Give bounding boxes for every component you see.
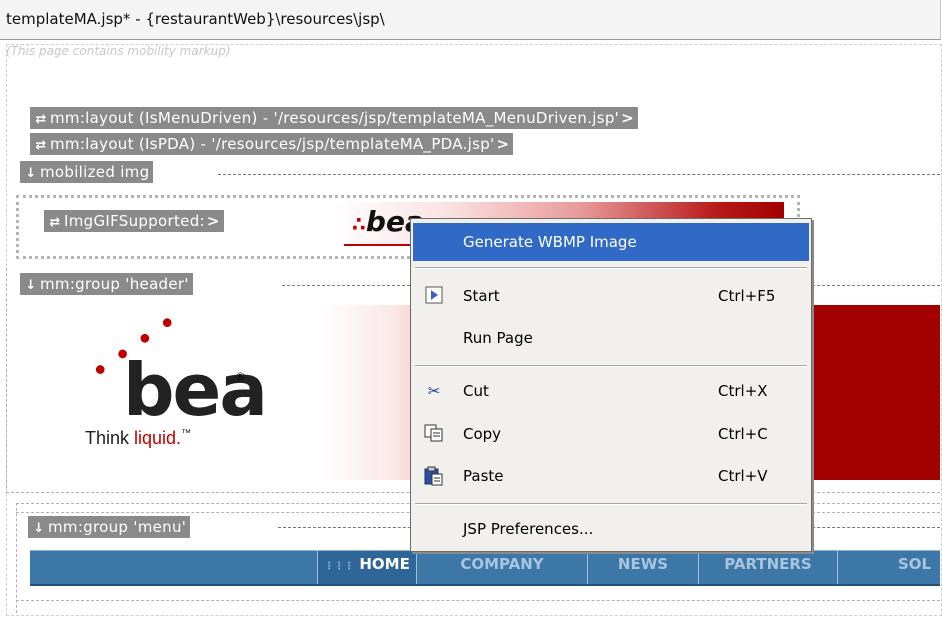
nav-solutions[interactable]: SOL [837,551,940,584]
nav-home[interactable]: ⋮⋮⋮ HOME [317,551,416,584]
mobilized-img-divider [218,174,940,175]
nav-partners[interactable]: PARTNERS [698,551,837,584]
nav-company[interactable]: COMPANY [416,551,587,584]
bea-logo: • • • • bea ® Think liquid.™ [83,304,268,448]
mobilize-down-arrow-icon: ↓ [33,521,45,536]
copy-icon [423,424,445,444]
group-menu-tag[interactable]: ↓ mm:group 'menu' [28,516,191,538]
swirl-icon: ∴ [352,212,366,236]
menu-separator [415,365,807,367]
menu-separator [415,503,807,505]
layout-arrows-icon: ⇄ [49,215,61,230]
paste-icon [423,466,445,486]
header-left-border [6,268,7,488]
layout-arrows-icon: ⇄ [35,138,47,153]
editor-tab-title-bar[interactable]: templateMA.jsp* - {restaurantWeb}\resour… [0,0,941,40]
bottom-divider [16,600,940,601]
menu-item-jsp-preferences[interactable]: JSP Preferences... [413,510,809,548]
layout-menudriven-tag[interactable]: ⇄ mm:layout (IsMenuDriven) - '/resources/… [30,107,638,129]
menu-item-copy[interactable]: Copy Ctrl+C [413,415,809,453]
menu-left-border [16,503,17,613]
imggif-supported-tag[interactable]: ⇄ ImgGIFSupported: > [44,210,224,232]
grip-icon: ⋮⋮⋮ [324,561,355,572]
mobility-note: (This page contains mobility markup) [6,44,231,58]
menu-item-start[interactable]: Start Ctrl+F5 [413,277,809,315]
layout-arrows-icon: ⇄ [35,112,47,127]
small-logo-underline [344,244,414,246]
mobilize-down-arrow-icon: ↓ [25,278,37,293]
nav-news[interactable]: NEWS [587,551,698,584]
menu-item-generate-wbmp[interactable]: Generate WBMP Image [413,223,809,261]
scissors-icon: ✂ [427,382,441,400]
menu-separator [415,267,807,269]
mobilized-img-tag[interactable]: ↓ mobilized img [20,161,154,183]
group-header-tag[interactable]: ↓ mm:group 'header' [20,273,193,295]
menu-item-run-page[interactable]: Run Page [413,319,809,357]
context-menu: Generate WBMP Image Start Ctrl+F5 Run Pa… [410,218,812,552]
layout-pda-tag[interactable]: ⇄ mm:layout (IsPDA) - '/resources/jsp/tem… [30,133,514,155]
tagline-liquid: liquid. [134,428,182,448]
menu-item-paste[interactable]: Paste Ctrl+V [413,457,809,495]
editor-title: templateMA.jsp* - {restaurantWeb}\resour… [6,10,385,28]
site-nav-bar: ⋮⋮⋮ HOME COMPANY NEWS PARTNERS SOL [30,550,940,586]
mobilize-down-arrow-icon: ↓ [25,166,37,181]
menu-item-cut[interactable]: ✂ Cut Ctrl+X [413,372,809,410]
start-icon [423,286,445,306]
tagline-think: Think [85,428,130,448]
